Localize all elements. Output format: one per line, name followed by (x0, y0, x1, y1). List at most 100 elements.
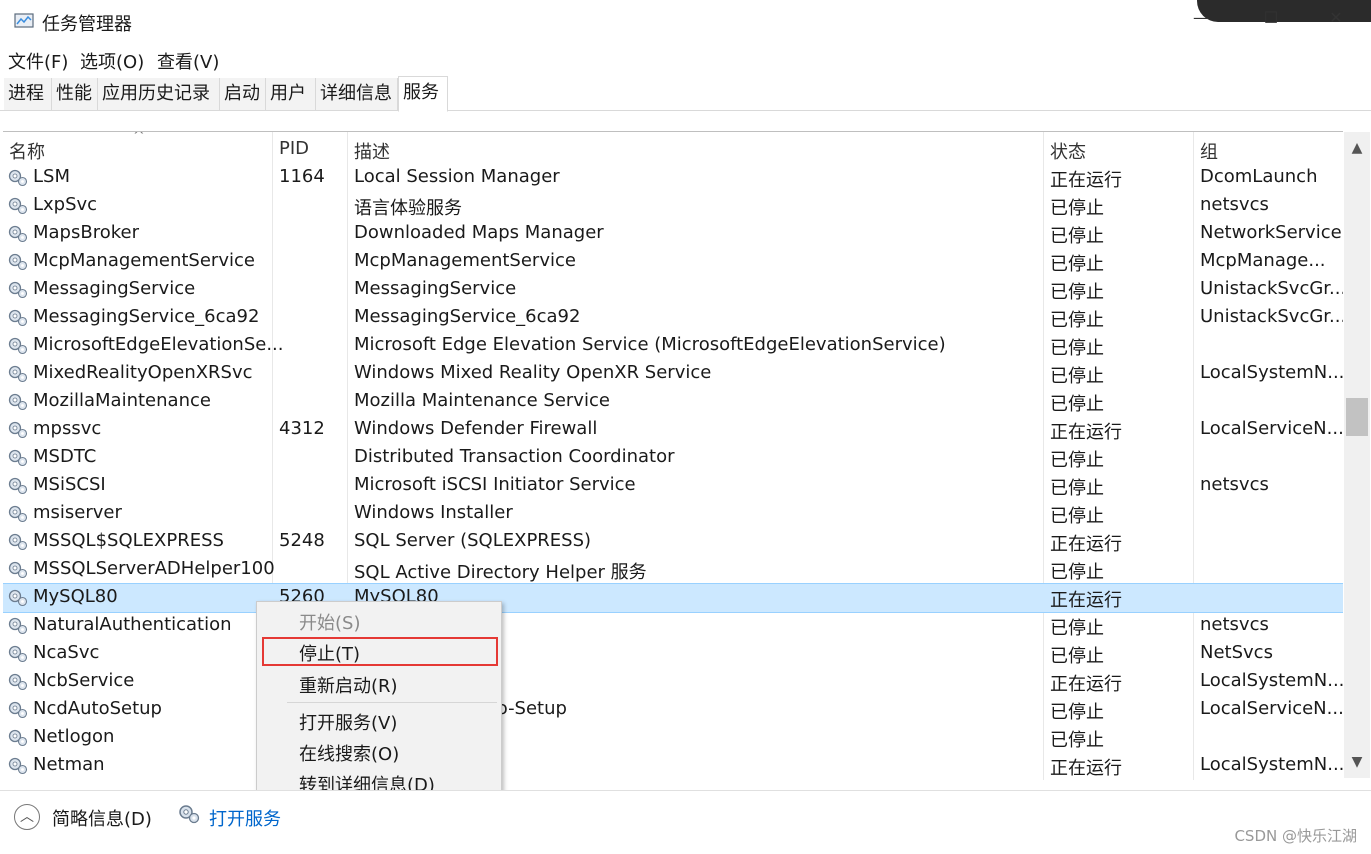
brief-info-link[interactable]: 简略信息(D) (52, 805, 152, 831)
service-status: 已停止 (1050, 310, 1104, 331)
service-gear-icon (7, 644, 29, 664)
table-row[interactable]: Netmantions正在运行LocalSystemN... (3, 752, 1343, 780)
service-name: msiserver (33, 502, 122, 523)
service-status: 已停止 (1050, 366, 1104, 387)
menu-item-start[interactable]: 开始(S) (299, 609, 360, 635)
table-row[interactable]: McpManagementService McpManagementService… (3, 248, 1343, 276)
scroll-up-icon[interactable]: ▲ (1344, 136, 1370, 160)
service-status: 正在运行 (1050, 758, 1122, 779)
menu-item-open-services[interactable]: 打开服务(V) (299, 709, 397, 735)
table-row[interactable]: MicrosoftEdgeElevationSe... Microsoft Edg… (3, 332, 1343, 360)
menu-item-restart[interactable]: 重新启动(R) (299, 672, 398, 698)
service-gear-icon (7, 588, 29, 608)
tab-performance[interactable]: 性能 (52, 78, 98, 110)
context-menu: 开始(S) 停止(T) 重新启动(R) 打开服务(V) 在线搜索(O) 转到详细… (256, 601, 502, 801)
table-row[interactable]: Netlogon 已停止 (3, 724, 1343, 752)
window-title: 任务管理器 (42, 14, 132, 35)
maximize-button[interactable]: ☐ (1261, 8, 1281, 28)
tab-services[interactable]: 服务 (398, 76, 448, 112)
tab-app-history[interactable]: 应用历史记录 (98, 78, 220, 110)
service-description: Windows Defender Firewall (354, 418, 598, 439)
scrollbar-thumb[interactable] (1346, 398, 1368, 436)
table-row[interactable]: NcdAutoSetupted Devices Auto-Setup已停止Loc… (3, 696, 1343, 724)
service-group: netsvcs (1200, 474, 1269, 495)
table-row[interactable]: MSiSCSI Microsoft iSCSI Initiator Service… (3, 472, 1343, 500)
service-status: 已停止 (1050, 338, 1104, 359)
service-gear-icon (7, 252, 29, 272)
menu-item-stop[interactable]: 停止(T) (299, 640, 360, 666)
service-name: MSSQL$SQLEXPRESS (33, 530, 224, 551)
service-group: NetworkService (1200, 222, 1342, 243)
service-description: MessagingService (354, 278, 517, 299)
table-row[interactable]: mpssvc 4312 Windows Defender Firewall 正在运行 L… (3, 416, 1343, 444)
column-header-name[interactable]: 名称 (9, 138, 45, 164)
menu-options[interactable]: 选项(O) (80, 48, 144, 74)
table-row[interactable]: msiserver Windows Installer 已停止 (3, 500, 1343, 528)
column-header-description[interactable]: 描述 (354, 138, 390, 164)
vertical-scrollbar[interactable]: ▲ ▼ (1344, 132, 1370, 778)
column-header-status[interactable]: 状态 (1050, 138, 1086, 164)
service-description: Microsoft Edge Elevation Service (Micros… (354, 334, 946, 355)
column-header-pid[interactable]: PID (279, 138, 309, 159)
minimize-button[interactable]: — (1191, 8, 1211, 28)
table-row[interactable]: MozillaMaintenance Mozilla Maintenance Se… (3, 388, 1343, 416)
menu-view[interactable]: 查看(V) (157, 48, 219, 74)
table-row[interactable]: NcbServicetion Broker正在运行LocalSystemN... (3, 668, 1343, 696)
tab-startup[interactable]: 启动 (220, 78, 266, 110)
menu-file[interactable]: 文件(F) (8, 48, 68, 74)
tab-bar: 进程 性能 应用历史记录 启动 用户 详细信息 服务 (0, 76, 1371, 112)
service-gear-icon (7, 336, 29, 356)
close-button[interactable]: ✕ (1326, 8, 1346, 28)
table-row[interactable]: NaturalAuthentication 已停止 netsvcs (3, 612, 1343, 640)
service-gear-icon (7, 224, 29, 244)
service-name: NcaSvc (33, 642, 100, 663)
service-group: netsvcs (1200, 614, 1269, 635)
column-header-group[interactable]: 组 (1200, 138, 1218, 164)
table-row[interactable]: NcaSvcivity Assistant已停止NetSvcs (3, 640, 1343, 668)
table-row[interactable]: MixedRealityOpenXRSvc Windows Mixed Reali… (3, 360, 1343, 388)
services-table: ^ 名称 PID 描述 状态 组 LSM 1164 Local Session Ma… (3, 131, 1343, 780)
table-row[interactable]: LSM 1164 Local Session Manager 正在运行 DcomLaun… (3, 164, 1343, 192)
table-row[interactable]: MSDTC Distributed Transaction Coordinator… (3, 444, 1343, 472)
watermark: CSDN @快乐江湖 (1234, 827, 1357, 845)
service-description: Mozilla Maintenance Service (354, 390, 610, 411)
service-name: Netman (33, 754, 105, 775)
service-description: SQL Server (SQLEXPRESS) (354, 530, 592, 551)
table-row[interactable]: MessagingService_6ca92 MessagingService_6… (3, 304, 1343, 332)
service-name: MessagingService_6ca92 (33, 306, 260, 327)
scroll-down-icon[interactable]: ▼ (1344, 750, 1370, 774)
service-gear-icon (7, 728, 29, 748)
service-status: 已停止 (1050, 394, 1104, 415)
service-description: MessagingService_6ca92 (354, 306, 581, 327)
service-gear-icon (7, 532, 29, 552)
service-status: 已停止 (1050, 282, 1104, 303)
service-name: MSDTC (33, 446, 97, 467)
service-name: LSM (33, 166, 70, 187)
service-gear-icon (7, 476, 29, 496)
table-row[interactable]: MessagingService MessagingService 已停止 Unist… (3, 276, 1343, 304)
table-row[interactable]: LxpSvc 语言体验服务 已停止 netsvcs (3, 192, 1343, 220)
menu-bar: 文件(F) 选项(O) 查看(V) (0, 44, 1371, 74)
service-status: 已停止 (1050, 226, 1104, 247)
open-services-link[interactable]: 打开服务 (209, 805, 281, 831)
service-gear-icon (7, 616, 29, 636)
service-name: mpssvc (33, 418, 102, 439)
table-row[interactable]: MySQL80 5260 MySQL80 正在运行 (3, 583, 1343, 613)
task-manager-icon (14, 13, 34, 28)
menu-item-search-online[interactable]: 在线搜索(O) (299, 740, 399, 766)
tab-details[interactable]: 详细信息 (316, 78, 398, 110)
service-gear-icon (7, 560, 29, 580)
tab-users[interactable]: 用户 (266, 78, 316, 110)
chevron-up-icon[interactable]: ︿ (14, 804, 40, 830)
services-gear-icon[interactable] (177, 803, 201, 825)
service-gear-icon (7, 504, 29, 524)
service-description: Distributed Transaction Coordinator (354, 446, 675, 467)
table-row[interactable]: MapsBroker Downloaded Maps Manager 已停止 Netw… (3, 220, 1343, 248)
service-group: LocalServiceN... (1200, 418, 1343, 439)
tab-processes[interactable]: 进程 (4, 78, 52, 110)
service-name: MySQL80 (33, 586, 118, 607)
service-description: Local Session Manager (354, 166, 560, 187)
table-row[interactable]: MSSQLServerADHelper100 SQL Active Directo… (3, 556, 1343, 584)
table-row[interactable]: MSSQL$SQLEXPRESS 5248 SQL Server (SQLEXPRE… (3, 528, 1343, 556)
sort-arrow-icon: ^ (133, 131, 145, 144)
